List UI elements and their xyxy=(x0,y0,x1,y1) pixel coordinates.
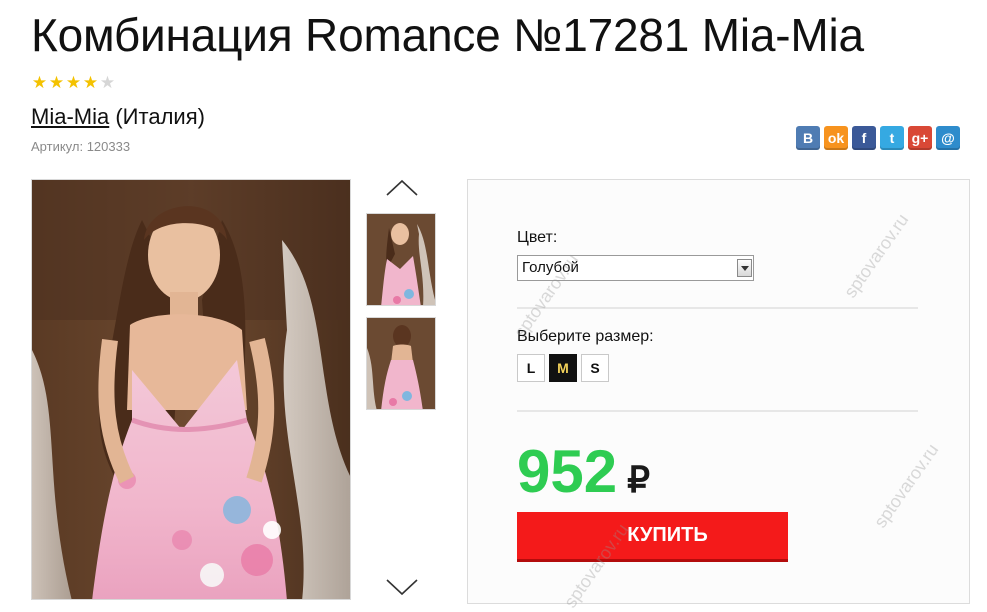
size-option-m[interactable]: M xyxy=(549,354,577,382)
main-product-photo[interactable] xyxy=(31,179,351,600)
brand-country: (Италия) xyxy=(115,104,205,129)
product-sku: Артикул: 120333 xyxy=(31,139,131,154)
vk-icon[interactable]: B xyxy=(796,126,820,150)
divider xyxy=(517,410,918,412)
thumbnails-up-arrow-icon[interactable] xyxy=(384,177,420,199)
star-icon: ★ xyxy=(48,73,65,92)
buy-button[interactable]: КУПИТЬ xyxy=(517,512,788,559)
star-icon: ★ xyxy=(99,73,116,92)
size-option-s[interactable]: S xyxy=(581,354,609,382)
thumbnail-back[interactable] xyxy=(366,317,436,410)
twitter-icon[interactable]: t xyxy=(880,126,904,150)
color-label: Цвет: xyxy=(517,229,558,246)
star-icon: ★ xyxy=(31,73,48,92)
chevron-down-icon[interactable] xyxy=(737,259,752,277)
price: 952 ₽ xyxy=(517,437,650,515)
color-select[interactable]: Голубой xyxy=(517,255,754,281)
google-plus-icon[interactable]: g+ xyxy=(908,126,932,150)
brand-link[interactable]: Mia-Mia xyxy=(31,104,109,129)
size-option-l[interactable]: L xyxy=(517,354,545,382)
odnoklassniki-icon[interactable]: ok xyxy=(824,126,848,150)
star-icon: ★ xyxy=(82,73,99,92)
color-select-value: Голубой xyxy=(522,259,579,276)
share-buttons: B ok f t g+ @ xyxy=(796,126,960,150)
rating-stars: ★ ★ ★ ★ ★ xyxy=(31,73,116,93)
size-options: L M S xyxy=(517,354,609,382)
size-label: Выберите размер: xyxy=(517,328,654,345)
facebook-icon[interactable]: f xyxy=(852,126,876,150)
brand-line: Mia-Mia (Италия) xyxy=(31,104,205,130)
ruble-icon: ₽ xyxy=(627,459,651,500)
product-title: Комбинация Romance №17281 Mia-Mia xyxy=(31,9,864,61)
star-icon: ★ xyxy=(65,73,82,92)
divider xyxy=(517,307,918,309)
thumbnails-down-arrow-icon[interactable] xyxy=(384,576,420,598)
thumbnail-front[interactable] xyxy=(366,213,436,306)
mail-icon[interactable]: @ xyxy=(936,126,960,150)
price-value: 952 xyxy=(517,438,618,505)
